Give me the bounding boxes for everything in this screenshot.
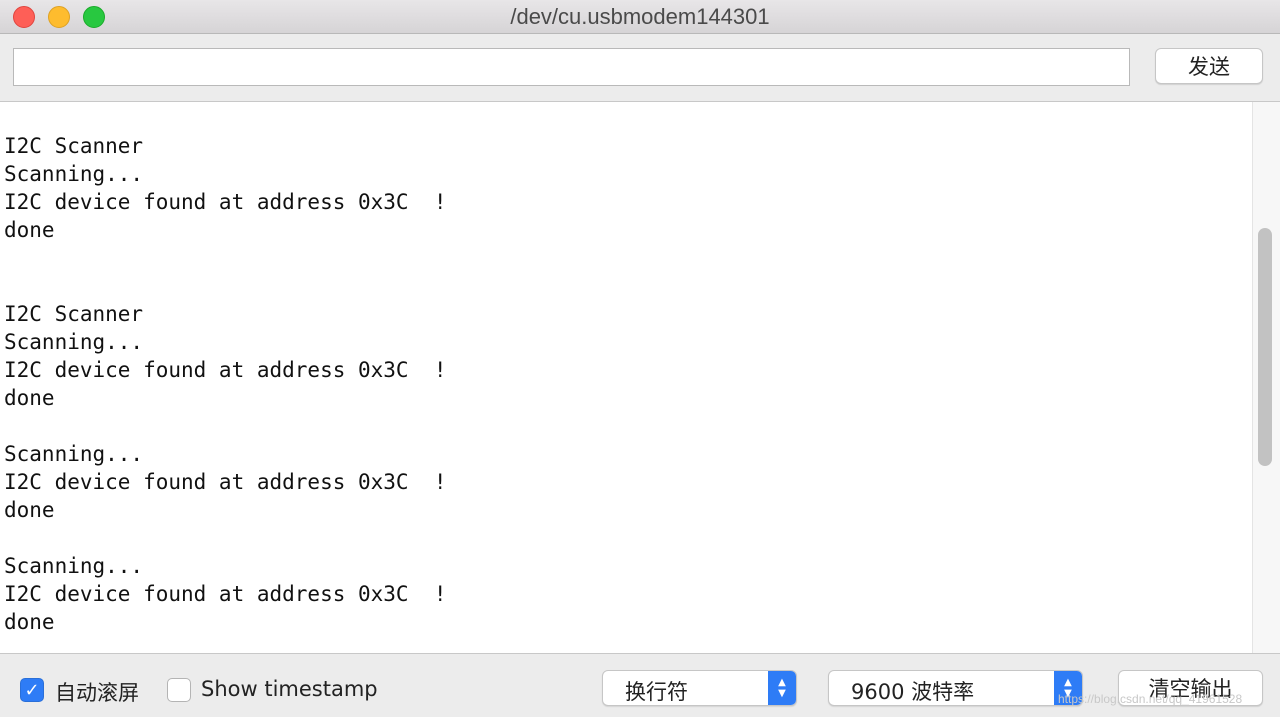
watermark-text: https://blog.csdn.net/qq_41961528 [1058, 692, 1243, 706]
updown-chevron-icon: ▲ ▼ [768, 671, 796, 705]
line-ending-select[interactable]: 换行符 ▲ ▼ [602, 670, 797, 706]
output-line: I2C Scanner [4, 302, 144, 326]
output-line: done [4, 386, 55, 410]
autoscroll-label: 自动滚屏 [55, 681, 139, 705]
output-line: done [4, 498, 55, 522]
output-line: done [4, 610, 55, 634]
checkmark-icon: ✓ [24, 679, 40, 701]
timestamp-checkbox[interactable] [167, 678, 191, 702]
line-ending-value: 换行符 [625, 680, 688, 704]
serial-output-area[interactable]: I2C Scanner Scanning... I2C device found a… [0, 101, 1280, 654]
output-line: I2C device found at address 0x3C ! [4, 190, 447, 214]
output-line: Scanning... [4, 442, 144, 466]
window-title: /dev/cu.usbmodem144301 [510, 4, 770, 29]
output-line: I2C device found at address 0x3C ! [4, 358, 447, 382]
send-bar: 发送 [0, 35, 1280, 101]
bottom-bar: ✓ 自动滚屏 Show timestamp 换行符 ▲ ▼ 9600 波特率 ▲ ▼… [0, 655, 1280, 717]
serial-output-text: I2C Scanner Scanning... I2C device found a… [4, 132, 447, 636]
output-line: done [4, 218, 55, 242]
output-line: I2C device found at address 0x3C ! [4, 582, 447, 606]
autoscroll-checkbox[interactable]: ✓ [20, 678, 44, 702]
output-line: Scanning... [4, 554, 144, 578]
send-button[interactable]: 发送 [1155, 48, 1263, 84]
title-bar: /dev/cu.usbmodem144301 [0, 0, 1280, 34]
baud-rate-select[interactable]: 9600 波特率 ▲ ▼ [828, 670, 1083, 706]
output-line: Scanning... [4, 330, 144, 354]
scrollbar-thumb[interactable] [1258, 228, 1272, 466]
send-input[interactable] [13, 48, 1130, 86]
output-line: I2C Scanner [4, 134, 144, 158]
output-line: Scanning... [4, 162, 144, 186]
output-line: I2C device found at address 0x3C ! [4, 470, 447, 494]
baud-rate-value: 9600 波特率 [851, 680, 975, 704]
timestamp-label: Show timestamp [201, 677, 378, 701]
